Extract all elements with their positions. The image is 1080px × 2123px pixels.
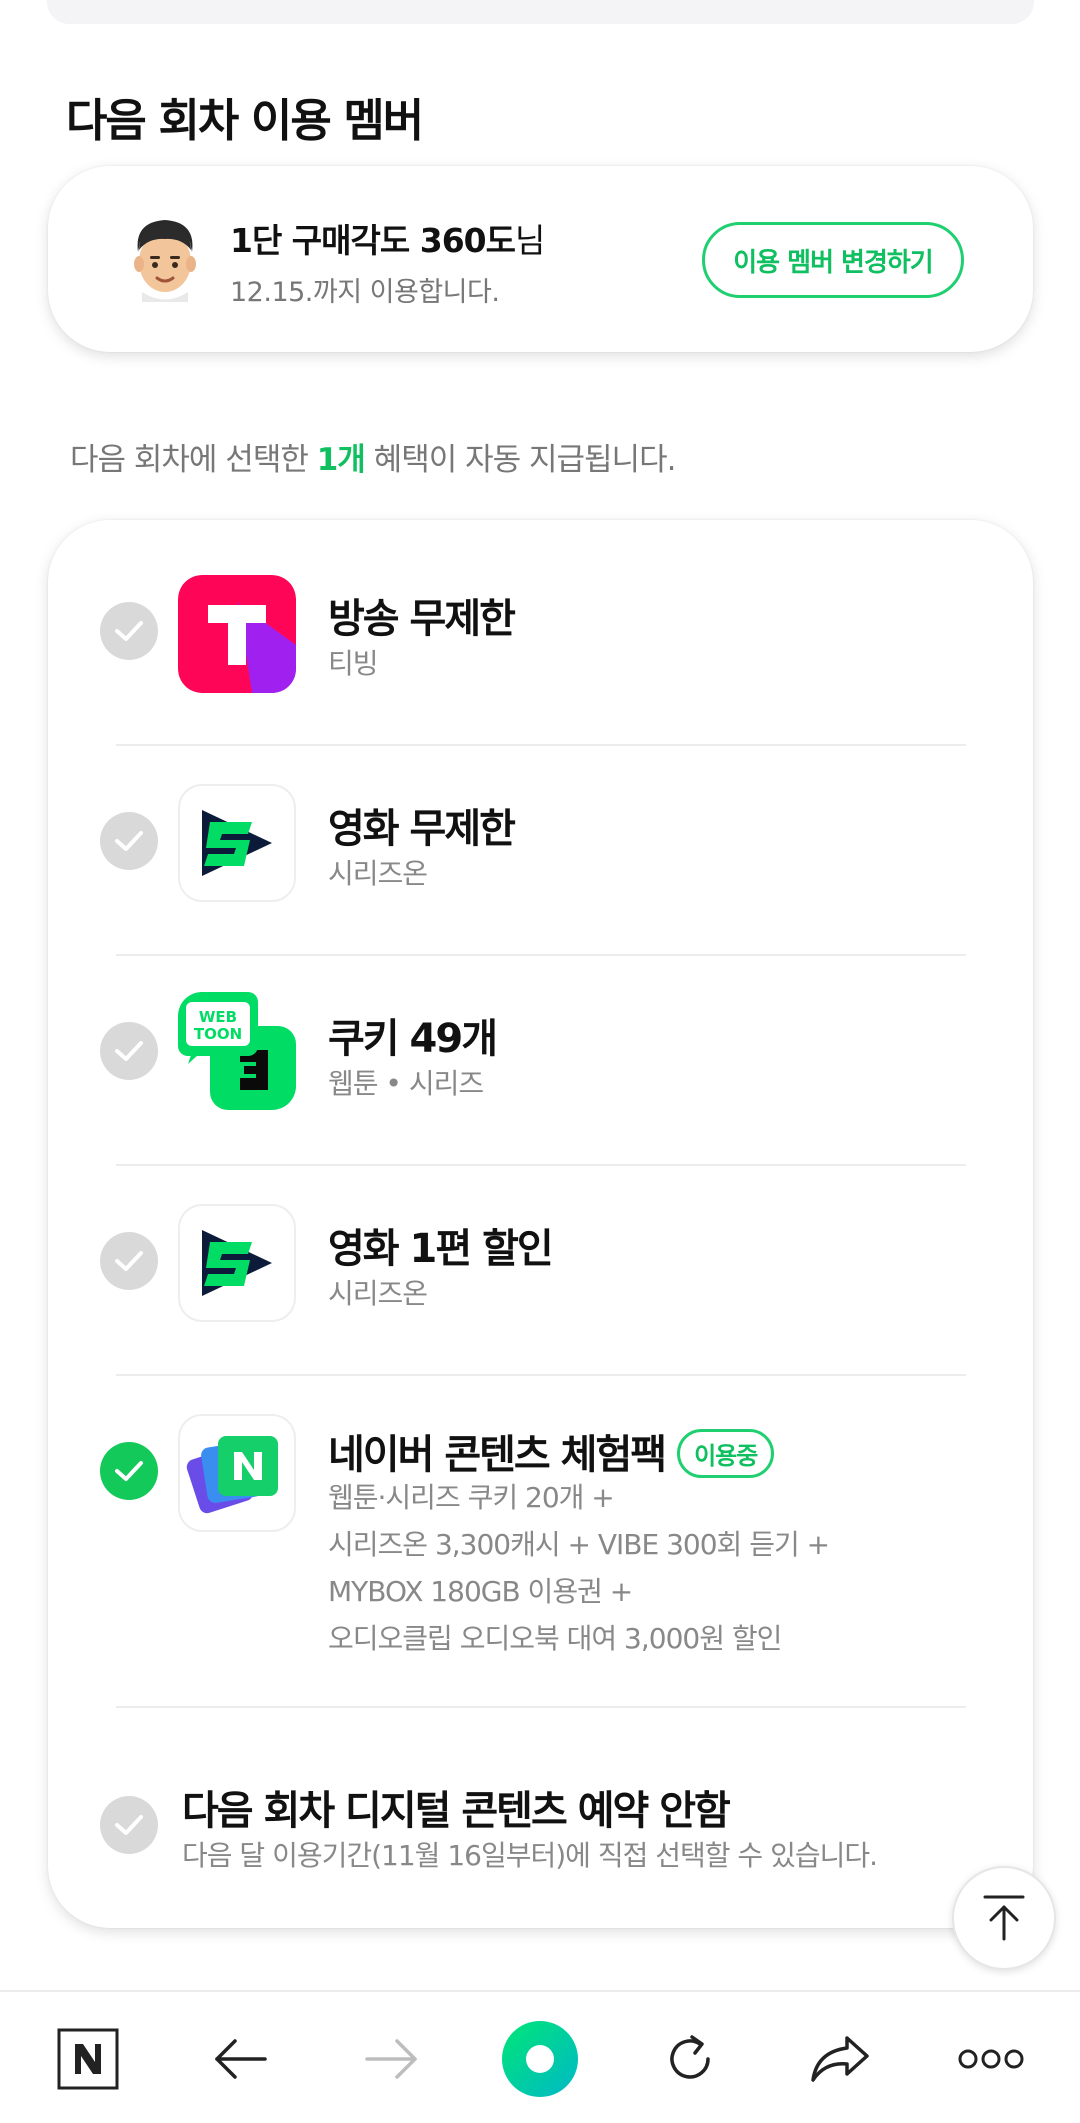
serieson-icon: [178, 1204, 296, 1322]
check-icon[interactable]: [100, 1796, 158, 1854]
benefit-title: 영화 무제한: [328, 806, 516, 852]
green-dot-button[interactable]: [495, 2014, 585, 2104]
benefit-description: 웹툰·시리즈 쿠키 20개 + 시리즈온 3,300캐시 + VIBE 300회…: [328, 1481, 830, 1655]
benefit-title: 쿠키 49개: [328, 1016, 498, 1062]
forward-arrow-icon: [365, 2039, 417, 2079]
serieson-icon: [178, 784, 296, 902]
no-reserve-subtitle: 다음 달 이용기간(11월 16일부터)에 직접 선택할 수 있습니다.: [182, 1839, 878, 1872]
benefit-subtitle: 시리즈온: [328, 857, 428, 890]
scroll-to-top-button[interactable]: [952, 1866, 1056, 1970]
benefit-title: 네이버 콘텐츠 체험팩 이용중: [328, 1422, 775, 1482]
green-dot-icon: [502, 2021, 578, 2097]
auto-benefit-notice: 다음 회차에 선택한 1개 혜택이 자동 지급됩니다.: [70, 442, 676, 478]
naver-home-icon: [57, 2028, 119, 2090]
arrow-up-icon: [983, 1895, 1025, 1941]
member-name: 1단 구매각도 360도님: [230, 221, 545, 260]
benefit-option-tving[interactable]: 방송 무제한 티빙: [48, 520, 1033, 740]
forward-button[interactable]: [346, 2014, 436, 2104]
member-period: 12.15.까지 이용합니다.: [230, 277, 500, 308]
bottom-navigation-bar: [0, 1990, 1080, 2123]
benefit-subtitle: 웹툰 • 시리즈: [328, 1067, 484, 1100]
svg-text:WEB: WEB: [199, 1008, 237, 1026]
naver-pack-icon: [178, 1414, 296, 1532]
check-icon[interactable]: [100, 812, 158, 870]
benefit-subtitle: 티빙: [328, 647, 379, 680]
benefit-title: 방송 무제한: [328, 596, 516, 642]
section-title: 다음 회차 이용 멤버: [66, 94, 424, 147]
share-icon: [811, 2036, 869, 2082]
benefit-title: 영화 1편 할인: [328, 1226, 554, 1272]
more-button[interactable]: [946, 2014, 1036, 2104]
check-icon[interactable]: [100, 602, 158, 660]
benefit-option-naver-pack[interactable]: 네이버 콘텐츠 체험팩 이용중 웹툰·시리즈 쿠키 20개 + 시리즈온 3,30…: [48, 1376, 1033, 1706]
previous-section-edge: [47, 0, 1034, 24]
benefits-card: 방송 무제한 티빙 영화 무제한 시리즈온 WEB TOON 쿠키 49개 웹툰…: [48, 520, 1033, 1928]
back-arrow-icon: [215, 2039, 267, 2079]
no-reserve-title: 다음 회차 디지털 콘텐츠 예약 안함: [182, 1788, 731, 1834]
check-icon[interactable]: [100, 1232, 158, 1290]
member-card: 1단 구매각도 360도님 12.15.까지 이용합니다. 이용 멤버 변경하기: [48, 166, 1033, 352]
change-member-button[interactable]: 이용 멤버 변경하기: [702, 222, 964, 298]
naver-home-button[interactable]: [43, 2014, 133, 2104]
share-button[interactable]: [795, 2014, 885, 2104]
refresh-button[interactable]: [645, 2014, 735, 2104]
more-icon: [958, 2049, 1024, 2069]
benefit-option-serieson-discount[interactable]: 영화 1편 할인 시리즈온: [48, 1166, 1033, 1374]
check-icon[interactable]: [100, 1442, 158, 1500]
check-icon[interactable]: [100, 1022, 158, 1080]
benefit-option-no-reserve[interactable]: 다음 회차 디지털 콘텐츠 예약 안함 다음 달 이용기간(11월 16일부터)…: [48, 1708, 1033, 1908]
tving-icon: [178, 575, 296, 693]
benefit-option-serieson-unlimited[interactable]: 영화 무제한 시리즈온: [48, 746, 1033, 954]
svg-text:TOON: TOON: [194, 1025, 242, 1043]
benefit-subtitle: 시리즈온: [328, 1277, 428, 1310]
in-use-badge: 이용중: [677, 1428, 775, 1478]
webtoon-icon: WEB TOON: [178, 992, 296, 1110]
benefit-option-cookies[interactable]: WEB TOON 쿠키 49개 웹툰 • 시리즈: [48, 956, 1033, 1164]
avatar: [134, 220, 196, 302]
back-button[interactable]: [196, 2014, 286, 2104]
refresh-icon: [670, 2035, 710, 2079]
